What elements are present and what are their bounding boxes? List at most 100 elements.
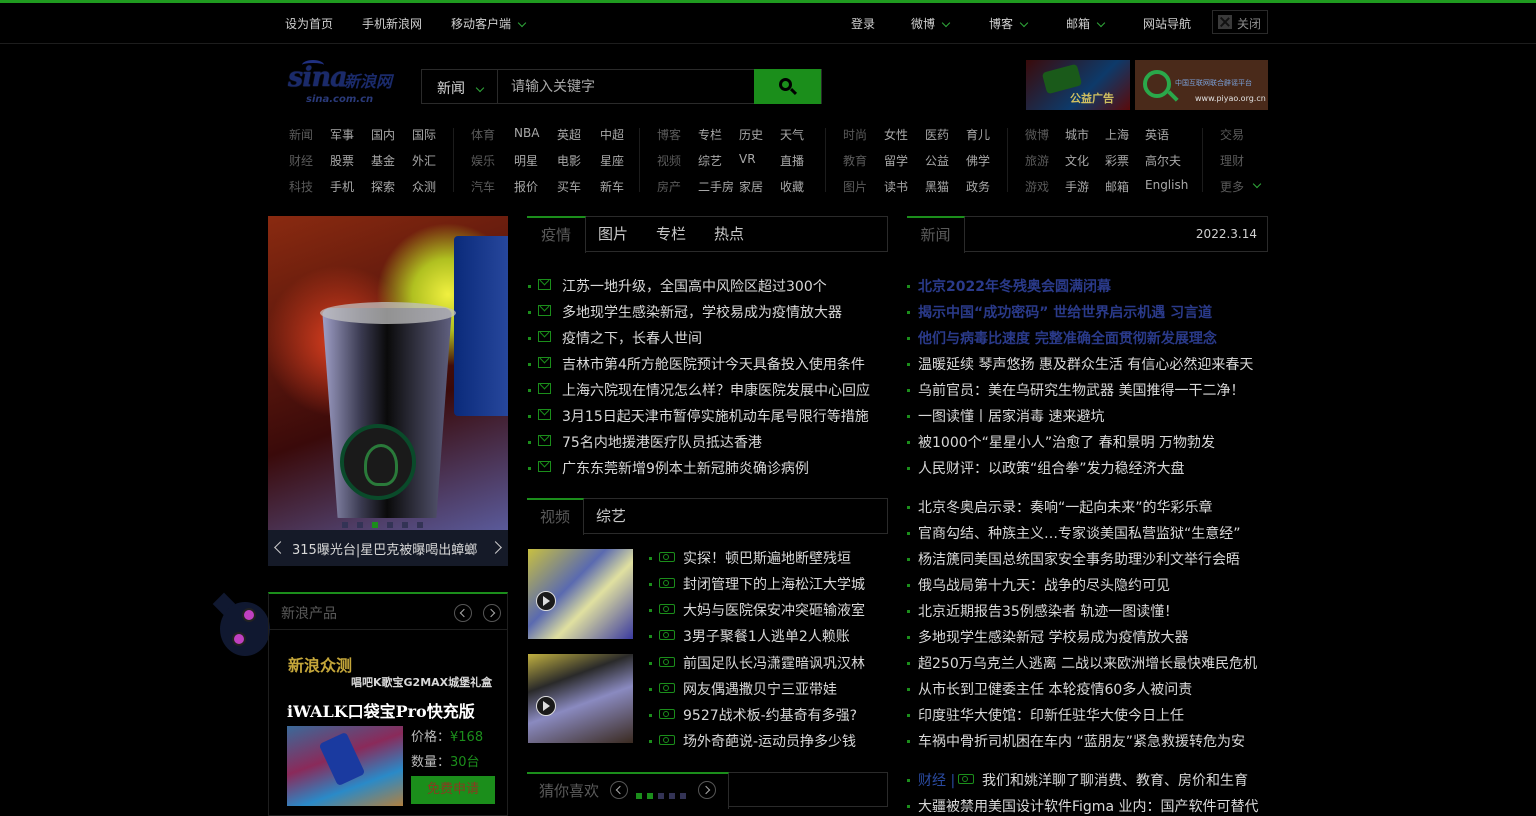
carousel-dot[interactable] <box>647 793 653 799</box>
mascot-widget[interactable] <box>206 592 270 658</box>
carousel-dot[interactable] <box>342 522 348 528</box>
nav-link[interactable]: 城市 <box>1065 126 1089 143</box>
nav-link[interactable]: English <box>1145 178 1188 192</box>
nav-link[interactable]: 政务 <box>966 178 990 195</box>
set-homepage-link[interactable]: 设为首页 <box>285 15 333 32</box>
nav-link[interactable]: 科技 <box>289 178 313 195</box>
nav-link[interactable]: 旅游 <box>1025 152 1049 169</box>
nav-link[interactable]: 收藏 <box>780 178 804 195</box>
chevron-left-icon[interactable] <box>274 541 287 554</box>
nav-link[interactable]: 财经 <box>289 152 313 169</box>
nav-link[interactable]: 国际 <box>412 126 436 143</box>
nav-link[interactable]: 外汇 <box>412 152 436 169</box>
focus-caption[interactable]: 315曝光台|星巴克被曝喝出蟑螂 <box>292 539 477 558</box>
tab-hot[interactable]: 热点 <box>714 217 744 252</box>
piyao-ad[interactable]: 中国互联网联合辟谣平台 www.piyao.org.cn <box>1135 60 1268 110</box>
nav-link[interactable]: 军事 <box>330 126 354 143</box>
nav-link[interactable]: 文化 <box>1065 152 1089 169</box>
video-thumbnail[interactable] <box>528 654 633 743</box>
video-thumbnail[interactable] <box>528 549 633 639</box>
nav-link[interactable]: 新闻 <box>289 126 313 143</box>
nav-link[interactable]: 新车 <box>600 178 624 195</box>
search-category-select[interactable]: 新闻 <box>422 70 498 103</box>
nav-link[interactable]: 英超 <box>557 126 581 143</box>
nav-link[interactable]: 彩票 <box>1105 152 1129 169</box>
tab-photos[interactable]: 图片 <box>598 217 628 252</box>
chevron-right-icon[interactable] <box>698 781 716 799</box>
nav-link[interactable]: 星座 <box>600 152 624 169</box>
nav-link[interactable]: 佛学 <box>966 152 990 169</box>
nav-link[interactable]: 手机 <box>330 178 354 195</box>
nav-link[interactable]: 交易 <box>1220 126 1244 143</box>
chevron-left-icon[interactable] <box>454 604 472 622</box>
nav-link[interactable]: 视频 <box>657 152 681 169</box>
nav-link[interactable]: 探索 <box>371 178 395 195</box>
product-name[interactable]: iWALK口袋宝Pro快充版 <box>287 698 475 722</box>
last-news-link[interactable]: 大疆被禁用美国设计软件Figma 业内：国产软件可替代 <box>918 796 1258 816</box>
carousel-dot[interactable] <box>387 522 393 528</box>
nav-link[interactable]: 体育 <box>471 126 495 143</box>
nav-link[interactable]: 综艺 <box>698 152 722 169</box>
nav-link[interactable]: 电影 <box>557 152 581 169</box>
nav-link[interactable]: 直播 <box>780 152 804 169</box>
nav-link[interactable]: 娱乐 <box>471 152 495 169</box>
nav-link[interactable]: 房产 <box>657 178 681 195</box>
nav-link[interactable]: 女性 <box>884 126 908 143</box>
carousel-dot[interactable] <box>658 793 664 799</box>
nav-link[interactable]: VR <box>739 152 756 166</box>
mobile-sina-link[interactable]: 手机新浪网 <box>362 15 422 32</box>
apply-button[interactable]: 免费申请 <box>411 776 495 804</box>
nav-link[interactable]: 读书 <box>884 178 908 195</box>
nav-link[interactable]: 上海 <box>1105 126 1129 143</box>
login-link[interactable]: 登录 <box>851 15 875 32</box>
tab-variety[interactable]: 综艺 <box>596 499 626 534</box>
carousel-dot-active[interactable] <box>372 522 378 528</box>
nav-link[interactable]: 买车 <box>557 178 581 195</box>
public-service-ad[interactable]: 公益广告 <box>1026 60 1130 110</box>
nav-link[interactable]: 医药 <box>925 126 949 143</box>
blog-menu[interactable]: 博客 <box>989 15 1029 32</box>
nav-link[interactable]: 理财 <box>1220 152 1244 169</box>
nav-link[interactable]: 基金 <box>371 152 395 169</box>
product-brand[interactable]: 新浪众测 <box>288 652 352 676</box>
nav-link[interactable]: 二手房 <box>698 178 734 195</box>
carousel-dot[interactable] <box>402 522 408 528</box>
chevron-right-icon[interactable] <box>483 604 501 622</box>
nav-link[interactable]: 时尚 <box>843 126 867 143</box>
close-button[interactable]: 关闭 <box>1212 10 1268 34</box>
nav-link[interactable]: 游戏 <box>1025 178 1049 195</box>
focus-image[interactable] <box>268 216 508 530</box>
nav-link[interactable]: 众测 <box>412 178 436 195</box>
tab-news[interactable]: 新闻 <box>907 216 965 253</box>
nav-link[interactable]: 股票 <box>330 152 354 169</box>
nav-link[interactable]: 微博 <box>1025 126 1049 143</box>
nav-link[interactable]: 留学 <box>884 152 908 169</box>
tab-video[interactable]: 视频 <box>527 498 584 535</box>
tab-epidemic[interactable]: 疫情 <box>527 216 586 253</box>
finance-label[interactable]: 财经 | <box>918 770 955 790</box>
nav-link[interactable]: 图片 <box>843 178 867 195</box>
nav-link[interactable]: 历史 <box>739 126 763 143</box>
sina-logo[interactable]: sina 新浪网 sina.com.cn <box>288 60 400 108</box>
finance-link[interactable]: 我们和姚洋聊了聊消费、教育、房价和生育 <box>982 770 1248 790</box>
search-button[interactable] <box>754 69 821 104</box>
site-nav-link[interactable]: 网站导航 <box>1143 15 1191 32</box>
nav-link[interactable]: 明星 <box>514 152 538 169</box>
chevron-left-icon[interactable] <box>610 781 628 799</box>
nav-link[interactable]: 手游 <box>1065 178 1089 195</box>
nav-link[interactable]: 公益 <box>925 152 949 169</box>
nav-link[interactable]: 邮箱 <box>1105 178 1129 195</box>
nav-link[interactable]: 中超 <box>600 126 624 143</box>
mail-menu[interactable]: 邮箱 <box>1066 15 1106 32</box>
nav-link[interactable]: 汽车 <box>471 178 495 195</box>
nav-link[interactable]: 更多 <box>1220 178 1244 195</box>
nav-link[interactable]: 天气 <box>780 126 804 143</box>
tab-columns[interactable]: 专栏 <box>656 217 686 252</box>
carousel-dot[interactable] <box>636 793 642 799</box>
nav-link[interactable]: 家居 <box>739 178 763 195</box>
nav-link[interactable]: 高尔夫 <box>1145 152 1181 169</box>
nav-link[interactable]: NBA <box>514 126 539 140</box>
nav-link[interactable]: 教育 <box>843 152 867 169</box>
nav-link[interactable]: 专栏 <box>698 126 722 143</box>
search-input[interactable] <box>499 70 755 103</box>
